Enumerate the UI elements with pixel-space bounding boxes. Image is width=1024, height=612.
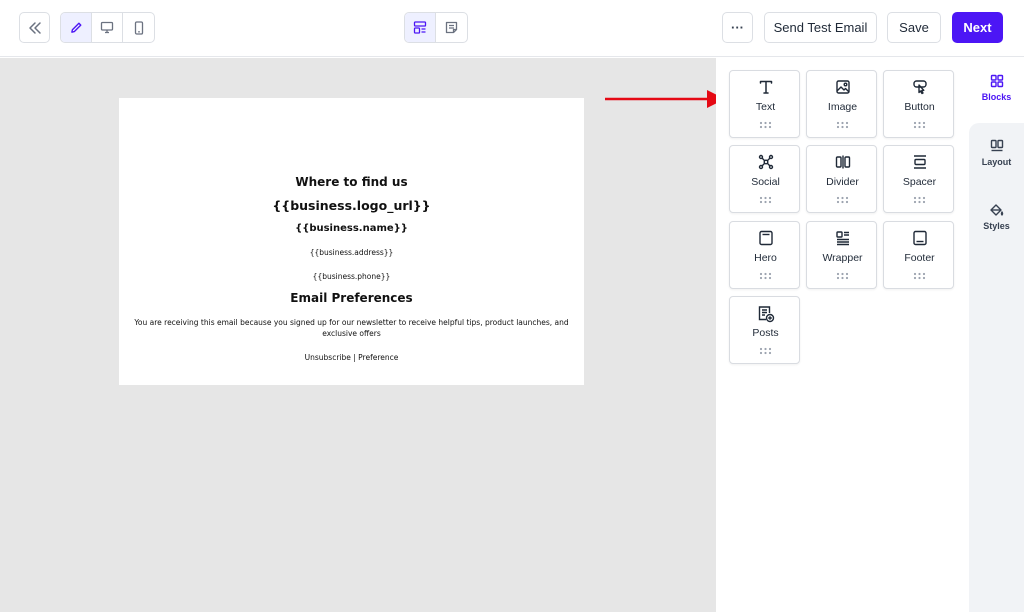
- drag-handle-icon: [913, 196, 926, 204]
- more-label: ···: [731, 20, 744, 35]
- view-mode-switcher: [404, 12, 468, 43]
- drag-handle-icon: [913, 272, 926, 280]
- block-label: Wrapper: [822, 252, 863, 264]
- footer-links[interactable]: Unsubscribe | Preference: [119, 353, 584, 362]
- business-logo-url[interactable]: {{business.logo_url}}: [119, 198, 584, 213]
- drag-handle-icon: [836, 272, 849, 280]
- editor-canvas: Where to find us {{business.logo_url}} {…: [0, 58, 716, 612]
- rail-tab-layout[interactable]: Layout: [969, 139, 1024, 167]
- social-icon: [758, 154, 773, 170]
- block-label: Footer: [904, 252, 935, 264]
- next-button[interactable]: Next: [952, 12, 1003, 43]
- posts-icon: [758, 306, 774, 323]
- more-options-button[interactable]: ···: [722, 12, 753, 43]
- block-label: Text: [755, 101, 776, 113]
- block-label: Button: [904, 101, 935, 113]
- rail-tab-blocks[interactable]: Blocks: [969, 74, 1024, 102]
- block-posts[interactable]: Posts: [729, 296, 800, 364]
- rail-background: [969, 123, 1024, 612]
- block-footer[interactable]: Footer: [883, 221, 954, 289]
- document-view-button[interactable]: [436, 13, 467, 42]
- double-chevron-left-icon: [28, 21, 41, 34]
- block-label: Spacer: [902, 176, 937, 188]
- document-icon: [445, 21, 458, 34]
- desktop-icon: [100, 21, 114, 34]
- mobile-icon: [134, 20, 143, 35]
- red-arrow-annotation: [605, 90, 725, 108]
- block-image[interactable]: Image: [806, 70, 877, 138]
- pencil-icon: [70, 22, 81, 33]
- hero-icon: [758, 230, 773, 246]
- block-label: Image: [827, 101, 858, 113]
- block-text[interactable]: Text: [729, 70, 800, 138]
- mobile-preview-button[interactable]: [123, 13, 154, 42]
- business-address[interactable]: {{business.address}}: [119, 248, 584, 257]
- newsletter-notice-line1: You are receiving this email because you…: [134, 318, 569, 327]
- button-icon: [912, 80, 927, 95]
- image-icon: [835, 80, 850, 94]
- block-divider[interactable]: Divider: [806, 145, 877, 213]
- desktop-preview-button[interactable]: [92, 13, 123, 42]
- drag-handle-icon: [913, 121, 926, 129]
- block-label: Divider: [826, 176, 859, 188]
- wrapper-icon: [835, 231, 849, 246]
- right-sidebar-rail: Blocks Layout Styles: [969, 58, 1024, 612]
- drag-handle-icon: [759, 196, 772, 204]
- blocks-panel: Text Image Button Social Divider Spacer …: [716, 58, 969, 612]
- block-label: Posts: [752, 327, 779, 339]
- spacer-icon: [913, 155, 926, 169]
- newsletter-notice-line2: exclusive offers: [322, 329, 381, 338]
- email-heading[interactable]: Where to find us: [119, 175, 584, 189]
- rail-tab-label: Layout: [981, 157, 1012, 167]
- top-toolbar: ··· Send Test Email Save Next: [0, 0, 1024, 57]
- business-name[interactable]: {{business.name}}: [119, 223, 584, 234]
- collapse-sidebar-button[interactable]: [19, 12, 50, 43]
- paint-bucket-icon: [990, 204, 1004, 216]
- drag-handle-icon: [836, 121, 849, 129]
- rail-tab-label: Blocks: [981, 92, 1012, 102]
- drag-handle-icon: [759, 347, 772, 355]
- blocks-icon: [990, 74, 1003, 88]
- block-hero[interactable]: Hero: [729, 221, 800, 289]
- edit-mode-button[interactable]: [61, 13, 92, 42]
- block-label: Hero: [754, 252, 777, 264]
- block-social[interactable]: Social: [729, 145, 800, 213]
- drag-handle-icon: [836, 196, 849, 204]
- rail-tab-styles[interactable]: Styles: [969, 203, 1024, 231]
- device-mode-switcher: [60, 12, 155, 43]
- block-button[interactable]: Button: [883, 70, 954, 138]
- divider-icon: [835, 155, 850, 169]
- layout-icon: [413, 21, 427, 34]
- email-preferences-heading[interactable]: Email Preferences: [119, 291, 584, 305]
- email-preview[interactable]: Where to find us {{business.logo_url}} {…: [119, 98, 584, 385]
- footer-icon: [912, 230, 927, 246]
- rail-tab-label: Styles: [983, 221, 1010, 231]
- layout-columns-icon: [990, 139, 1003, 152]
- text-icon: [759, 80, 772, 94]
- send-test-email-button[interactable]: Send Test Email: [764, 12, 877, 43]
- drag-handle-icon: [759, 272, 772, 280]
- newsletter-notice[interactable]: You are receiving this email because you…: [131, 317, 572, 339]
- block-spacer[interactable]: Spacer: [883, 145, 954, 213]
- block-label: Social: [751, 176, 780, 188]
- drag-handle-icon: [759, 121, 772, 129]
- block-wrapper[interactable]: Wrapper: [806, 221, 877, 289]
- save-button[interactable]: Save: [887, 12, 941, 43]
- layout-view-button[interactable]: [405, 13, 436, 42]
- business-phone[interactable]: {{business.phone}}: [119, 272, 584, 281]
